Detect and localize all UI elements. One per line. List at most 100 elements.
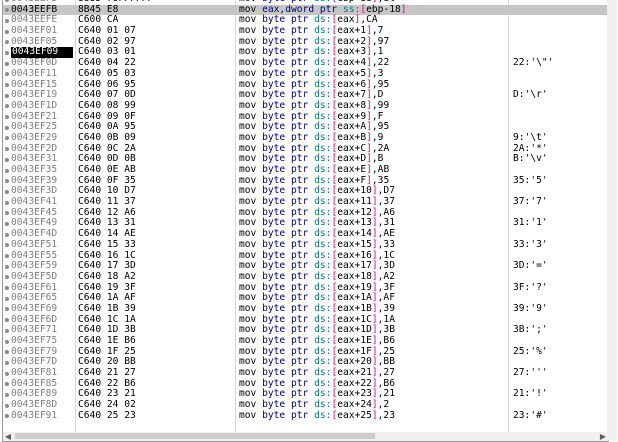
breakpoint-dot-icon[interactable] [5, 168, 9, 173]
breakpoint-dot-icon[interactable] [5, 371, 9, 376]
breakpoint-dot-icon[interactable] [5, 115, 9, 120]
breakpoint-dot-icon[interactable] [5, 40, 9, 45]
immediate-operand: ,D [371, 89, 384, 101]
mnemonic: mov [239, 270, 257, 282]
breakpoint-dot-icon[interactable] [5, 307, 9, 312]
memory-operand: eax+B [337, 131, 367, 143]
breakpoint-dot-icon[interactable] [5, 286, 9, 291]
segment-prefix: ds: [314, 196, 332, 208]
immediate-operand: ,7 [371, 25, 384, 37]
segment-prefix: ds: [314, 313, 332, 325]
size-specifier: byte ptr [262, 228, 309, 240]
breakpoint-dot-icon[interactable] [5, 211, 9, 216]
size-specifier: byte ptr [262, 270, 309, 282]
immediate-operand: ,D7 [377, 185, 395, 197]
comment-cell: 22:'\"' [513, 57, 554, 69]
breakpoint-dot-icon[interactable] [5, 136, 9, 141]
breakpoint-dot-icon[interactable] [5, 254, 9, 258]
size-specifier: byte ptr [262, 142, 309, 154]
breakpoint-dot-icon[interactable] [5, 72, 9, 77]
breakpoint-dot-icon[interactable] [5, 414, 9, 419]
immediate-operand: ,97 [371, 35, 390, 47]
immediate-operand: ,BB [377, 356, 395, 368]
breakpoint-dot-icon[interactable] [5, 147, 9, 152]
disassembly-view[interactable]: 0043EEF58885 78FFFFFFmov byte ptr ss:[eb… [2, 0, 608, 433]
breakpoint-dot-icon[interactable] [5, 275, 9, 280]
immediate-operand: ,95 [371, 78, 390, 90]
memory-operand: eax+24 [337, 399, 372, 411]
memory-operand: eax+13 [337, 217, 372, 229]
vertical-scrollbar[interactable] [607, 0, 617, 441]
immediate-operand: ,35 [371, 174, 390, 186]
segment-prefix: ds: [314, 399, 332, 411]
size-specifier: byte ptr [262, 399, 309, 411]
memory-operand: eax+2 [337, 35, 367, 47]
breakpoint-dot-icon[interactable] [5, 0, 9, 2]
memory-operand: ebp-18 [366, 3, 401, 15]
breakpoint-dot-icon[interactable] [5, 104, 9, 109]
breakpoint-dot-icon[interactable] [5, 296, 9, 301]
scroll-thumb[interactable] [15, 433, 375, 439]
memory-operand: eax+17 [337, 260, 372, 272]
bracket-close: ] [400, 3, 407, 15]
segment-prefix: ds: [314, 228, 332, 240]
memory-operand: eax [337, 14, 355, 26]
disassembly-row[interactable]: 0043EF91 C640 25 23 mov byte ptr ds:[eax+2… [3, 409, 607, 422]
breakpoint-dot-icon[interactable] [5, 29, 9, 34]
memory-operand: eax+6 [337, 78, 367, 90]
size-specifier: byte ptr [262, 281, 309, 293]
immediate-operand: ,F [371, 110, 384, 122]
breakpoint-dot-icon[interactable] [5, 189, 9, 194]
breakpoint-dot-icon[interactable] [5, 392, 9, 397]
scroll-left-icon[interactable]: ◀ [3, 432, 13, 441]
breakpoint-dot-icon[interactable] [5, 339, 9, 344]
mnemonic: mov [239, 388, 257, 400]
breakpoint-dot-icon[interactable] [5, 328, 9, 333]
address-cell: 0043EF91 [11, 409, 58, 421]
breakpoint-dot-icon[interactable] [5, 318, 9, 323]
breakpoint-dot-icon[interactable] [5, 61, 9, 66]
breakpoint-dot-icon[interactable] [5, 93, 9, 98]
immediate-operand: ,1 [371, 46, 384, 58]
breakpoint-dot-icon[interactable] [5, 179, 9, 184]
breakpoint-dot-icon[interactable] [5, 125, 9, 130]
breakpoint-dot-icon[interactable] [5, 360, 9, 365]
segment-prefix: ds: [314, 185, 332, 197]
breakpoint-dot-icon[interactable] [5, 157, 9, 162]
breakpoint-dot-icon[interactable] [5, 382, 9, 387]
comment-cell: B:'\v' [513, 153, 548, 165]
bytes-cell: C640 25 23 [78, 409, 136, 421]
segment-prefix: ds: [314, 335, 332, 346]
size-specifier: byte ptr [262, 99, 309, 111]
breakpoint-dot-icon[interactable] [5, 243, 9, 248]
breakpoint-dot-icon[interactable] [5, 50, 9, 55]
mnemonic: mov [239, 238, 257, 250]
mnemonic: mov [239, 78, 257, 90]
immediate-operand: ,3F [377, 281, 395, 293]
breakpoint-dot-icon[interactable] [5, 200, 9, 205]
segment-prefix: ds: [314, 356, 332, 368]
comment-cell: 39:'9' [513, 302, 548, 314]
mnemonic: mov [239, 121, 257, 133]
breakpoint-dot-icon[interactable] [5, 350, 9, 355]
breakpoint-dot-icon[interactable] [5, 18, 9, 23]
breakpoint-dot-icon[interactable] [5, 8, 9, 13]
breakpoint-dot-icon[interactable] [5, 403, 9, 408]
size-specifier: byte ptr [262, 46, 309, 58]
memory-operand: eax+1D [337, 324, 372, 336]
comment-cell: 25:'%' [513, 345, 548, 357]
size-specifier: byte ptr [262, 174, 309, 186]
immediate-operand: ,99 [371, 99, 390, 111]
immediate-operand: ,27 [377, 367, 395, 379]
segment-prefix: ds: [314, 35, 332, 47]
breakpoint-dot-icon[interactable] [5, 221, 9, 226]
mnemonic: mov [239, 99, 257, 111]
breakpoint-dot-icon[interactable] [5, 83, 9, 87]
size-specifier: byte ptr [262, 249, 309, 261]
breakpoint-dot-icon[interactable] [5, 232, 9, 237]
segment-prefix: ds: [314, 206, 332, 218]
size-specifier: byte ptr [262, 345, 309, 357]
segment-prefix: ds: [314, 57, 332, 69]
mnemonic: mov [239, 3, 257, 15]
breakpoint-dot-icon[interactable] [5, 264, 9, 269]
